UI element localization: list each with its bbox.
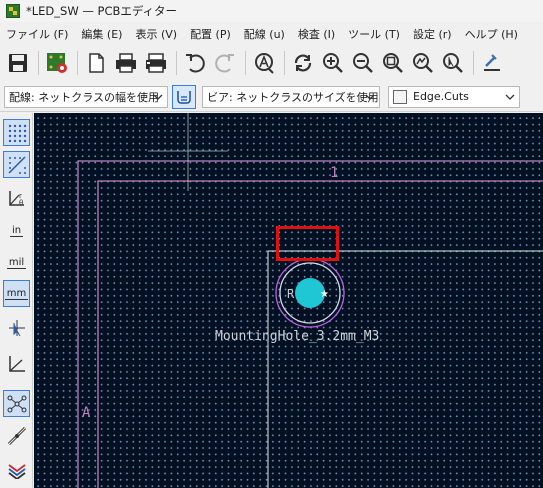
menu-edit[interactable]: 編集 (E) [81, 26, 122, 42]
board-setup-button[interactable] [43, 49, 71, 77]
zoom-fit-button[interactable] [379, 49, 407, 77]
refresh-button[interactable] [289, 49, 317, 77]
menu-route[interactable]: 配線 (u) [244, 26, 285, 42]
main-toolbar [0, 46, 543, 80]
svg-text:θ: θ [19, 199, 23, 207]
toolbar-separator [77, 51, 78, 75]
save-icon [9, 54, 27, 72]
units-mil-label: mil [6, 256, 27, 269]
zoom-selection-button[interactable] [439, 49, 467, 77]
menu-file[interactable]: ファイル (F) [6, 26, 68, 42]
cursor-crosshair [148, 113, 228, 191]
track-display-button[interactable] [3, 422, 30, 449]
layer-select[interactable]: Edge.Cuts [388, 85, 520, 108]
board-setup-icon [47, 53, 67, 73]
find-button[interactable] [250, 49, 278, 77]
grid-icon [8, 124, 26, 142]
chevron-down-icon [505, 94, 515, 100]
plotter-icon [146, 53, 166, 73]
track-width-select[interactable]: 配線: ネットクラスの幅を使用 [4, 85, 168, 108]
footprint-value-label: MountingHole_3.2mm_M3 [215, 329, 379, 344]
auto-track-width-button[interactable] [172, 84, 196, 109]
sheet-zone-a-label: A [82, 405, 91, 421]
track-width-value: 配線: ネットクラスの幅を使用 [9, 90, 159, 104]
toolbar-separator [473, 51, 474, 75]
zoom-in-icon [323, 53, 343, 73]
layers-icon [7, 463, 26, 479]
redo-icon [215, 54, 234, 73]
rotate-ccw-icon [484, 54, 500, 71]
footprint-anchor-star: ★ [320, 289, 329, 300]
grid-overrides-button[interactable] [3, 151, 30, 178]
layer-value: Edge.Cuts [413, 90, 469, 103]
options-bar: 配線: ネットクラスの幅を使用 ビア: ネットクラスのサイズを使用 Edge.C… [0, 82, 543, 112]
units-mm-label: mm [4, 287, 29, 300]
units-inch-label: in [9, 224, 24, 237]
pcbnew-app-icon [6, 4, 20, 18]
sheet-zone-1-label: 1 [330, 165, 338, 181]
grid-overrides-icon [7, 155, 26, 174]
redo-button[interactable] [211, 49, 239, 77]
via-size-select[interactable]: ビア: ネットクラスのサイズを使用 [202, 85, 380, 108]
find-icon [255, 53, 274, 74]
zoom-objects-icon [413, 53, 433, 73]
ratsnest-icon [7, 395, 26, 412]
page-icon [89, 53, 104, 73]
pcb-canvas[interactable]: 1 A R ★ MountingHole_3.2mm_M3 [34, 113, 543, 488]
window-title: *LED_SW — PCBエディター [26, 4, 178, 18]
zoom-out-icon [353, 53, 373, 73]
highlight-rectangle [276, 226, 339, 261]
print-button[interactable] [112, 49, 140, 77]
left-toolbar: rθ in mil mm [0, 113, 33, 488]
toolbar-separator [176, 51, 177, 75]
menu-help[interactable]: ヘルプ (H) [465, 26, 518, 42]
menu-bar: ファイル (F) 編集 (E) 表示 (V) 配置 (P) 配線 (u) 検査 … [0, 24, 543, 44]
polar-coordinates-icon: rθ [8, 190, 24, 207]
units-mil-button[interactable]: mil [3, 249, 30, 276]
via-size-value: ビア: ネットクラスのサイズを使用 [207, 90, 379, 104]
menu-view[interactable]: 表示 (V) [135, 26, 177, 42]
track-width-icon [177, 90, 191, 104]
chevron-down-icon [153, 94, 163, 100]
menu-preferences[interactable]: 設定 (r) [413, 26, 452, 42]
rotate-ccw-button[interactable] [478, 49, 506, 77]
zoom-fit-objects-button[interactable] [409, 49, 437, 77]
toolbar-separator [284, 51, 285, 75]
save-button[interactable] [4, 49, 32, 77]
pcb-drawing: 1 A R ★ MountingHole_3.2mm_M3 [77, 113, 543, 488]
graph-axis-icon [8, 355, 25, 372]
sheet-outer-border [77, 160, 543, 488]
show-ratsnest-button[interactable] [3, 350, 30, 377]
ratsnest-curved-button[interactable] [3, 390, 30, 417]
zoom-fit-icon [383, 53, 403, 73]
page-settings-button[interactable] [82, 49, 110, 77]
menu-place[interactable]: 配置 (P) [190, 26, 231, 42]
layer-color-swatch [393, 89, 407, 104]
menu-inspect[interactable]: 検査 (I) [298, 26, 335, 42]
polar-coords-button[interactable]: rθ [3, 184, 30, 211]
toolbar-separator [245, 51, 246, 75]
toolbar-separator [38, 51, 39, 75]
title-bar: *LED_SW — PCBエディター [0, 0, 543, 22]
grid-toggle-button[interactable] [3, 119, 30, 146]
menu-tools[interactable]: ツール (T) [348, 26, 400, 42]
track-outline-icon [7, 426, 26, 445]
layers-display-button[interactable] [3, 455, 30, 482]
undo-button[interactable] [181, 49, 209, 77]
refresh-icon [294, 54, 312, 72]
undo-icon [186, 54, 205, 73]
units-inch-button[interactable]: in [3, 217, 30, 244]
units-mm-button[interactable]: mm [3, 280, 30, 307]
footprint-reference: R [287, 287, 295, 301]
zoom-out-button[interactable] [349, 49, 377, 77]
crosshair-cursor-icon [8, 319, 25, 336]
cursor-style-button[interactable] [3, 314, 30, 341]
printer-icon [116, 53, 136, 73]
chevron-down-icon [365, 94, 375, 100]
plot-button[interactable] [142, 49, 170, 77]
zoom-selection-icon [443, 53, 463, 73]
zoom-in-button[interactable] [319, 49, 347, 77]
